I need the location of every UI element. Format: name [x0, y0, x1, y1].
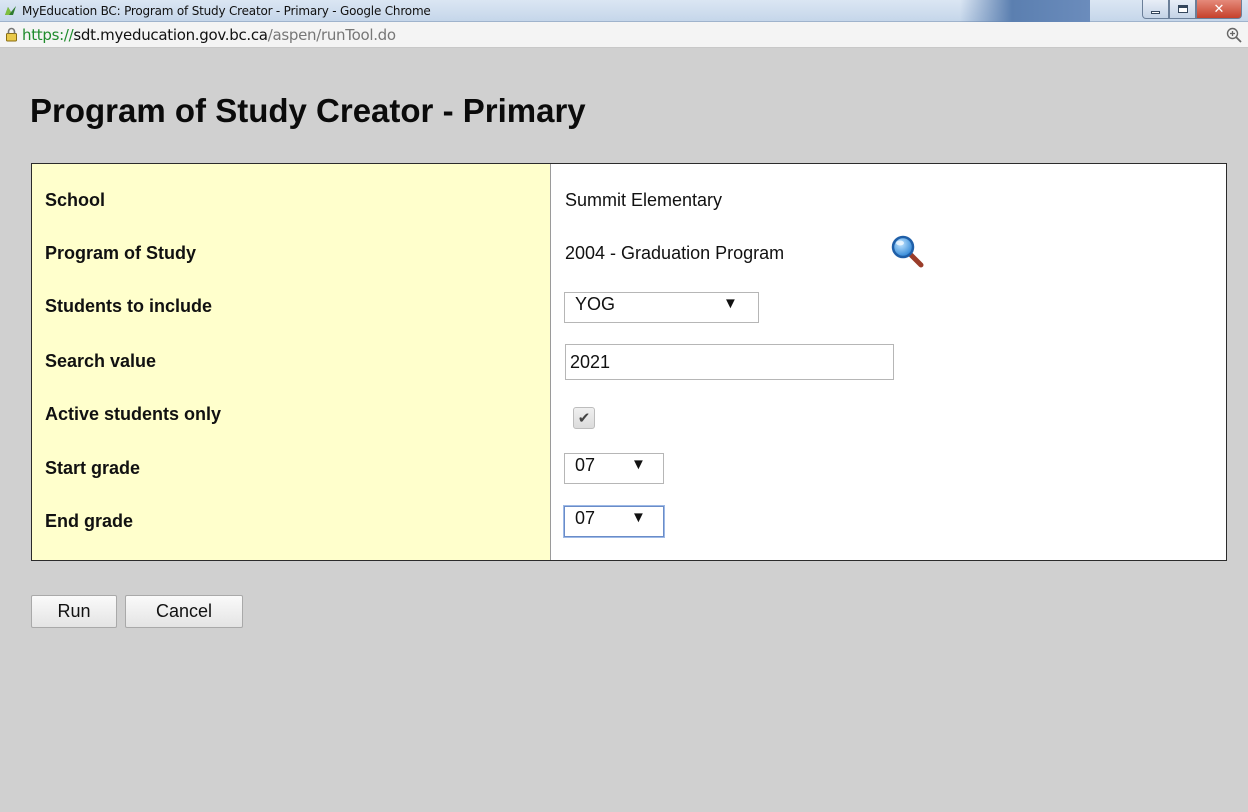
close-icon: ✕ — [1213, 1, 1225, 17]
search-icon[interactable] — [890, 234, 924, 268]
minimize-button[interactable] — [1142, 0, 1169, 19]
tool-input-form: School Summit Elementary Program of Stud… — [31, 163, 1227, 561]
program-label: Program of Study — [45, 243, 197, 263]
url-path: /aspen/runTool.do — [267, 26, 396, 44]
chevron-down-icon: ▼ — [631, 456, 646, 473]
url-scheme: https:// — [22, 26, 74, 44]
lock-icon — [6, 27, 17, 42]
run-button[interactable]: Run — [31, 595, 117, 628]
search-value-label: Search value — [45, 351, 157, 371]
school-label: School — [45, 190, 106, 210]
checkmark-icon: ✔ — [577, 408, 591, 427]
start-grade-select-value: 07 — [575, 455, 596, 475]
students-select[interactable]: YOG ▼ — [564, 292, 759, 323]
active-label: Active students only — [45, 404, 222, 424]
close-button[interactable]: ✕ — [1196, 0, 1242, 19]
url-host: sdt.myeducation.gov.bc.ca — [73, 26, 268, 44]
chevron-down-icon: ▼ — [631, 509, 646, 526]
students-label: Students to include — [45, 296, 213, 316]
end-grade-select-value: 07 — [575, 508, 596, 528]
start-grade-select[interactable]: 07 ▼ — [564, 453, 664, 484]
url-text[interactable]: https://sdt.myeducation.gov.bc.ca/aspen/… — [22, 26, 396, 44]
search-value-input[interactable] — [565, 344, 894, 380]
maximize-button[interactable] — [1169, 0, 1196, 19]
end-grade-select[interactable]: 07 ▼ — [564, 506, 664, 537]
students-select-value: YOG — [575, 294, 616, 314]
cancel-button[interactable]: Cancel — [125, 595, 243, 628]
chevron-down-icon: ▼ — [723, 295, 738, 312]
maximize-icon — [1177, 5, 1188, 13]
end-grade-label: End grade — [45, 511, 134, 531]
title-bar-gradient — [960, 0, 1090, 22]
active-students-checkbox[interactable]: ✔ — [573, 407, 595, 429]
window-controls: ✕ — [1142, 0, 1242, 20]
app-icon — [5, 6, 16, 15]
address-bar[interactable]: https://sdt.myeducation.gov.bc.ca/aspen/… — [0, 22, 1248, 48]
school-value: Summit Elementary — [565, 190, 723, 210]
window-title: MyEducation BC: Program of Study Creator… — [22, 4, 431, 18]
minimize-icon — [1151, 10, 1160, 14]
zoom-icon[interactable] — [1226, 27, 1242, 43]
window-title-bar: MyEducation BC: Program of Study Creator… — [0, 0, 1248, 22]
page-title: Program of Study Creator - Primary — [30, 92, 586, 129]
start-grade-label: Start grade — [45, 458, 141, 478]
program-value: 2004 - Graduation Program — [565, 243, 785, 263]
